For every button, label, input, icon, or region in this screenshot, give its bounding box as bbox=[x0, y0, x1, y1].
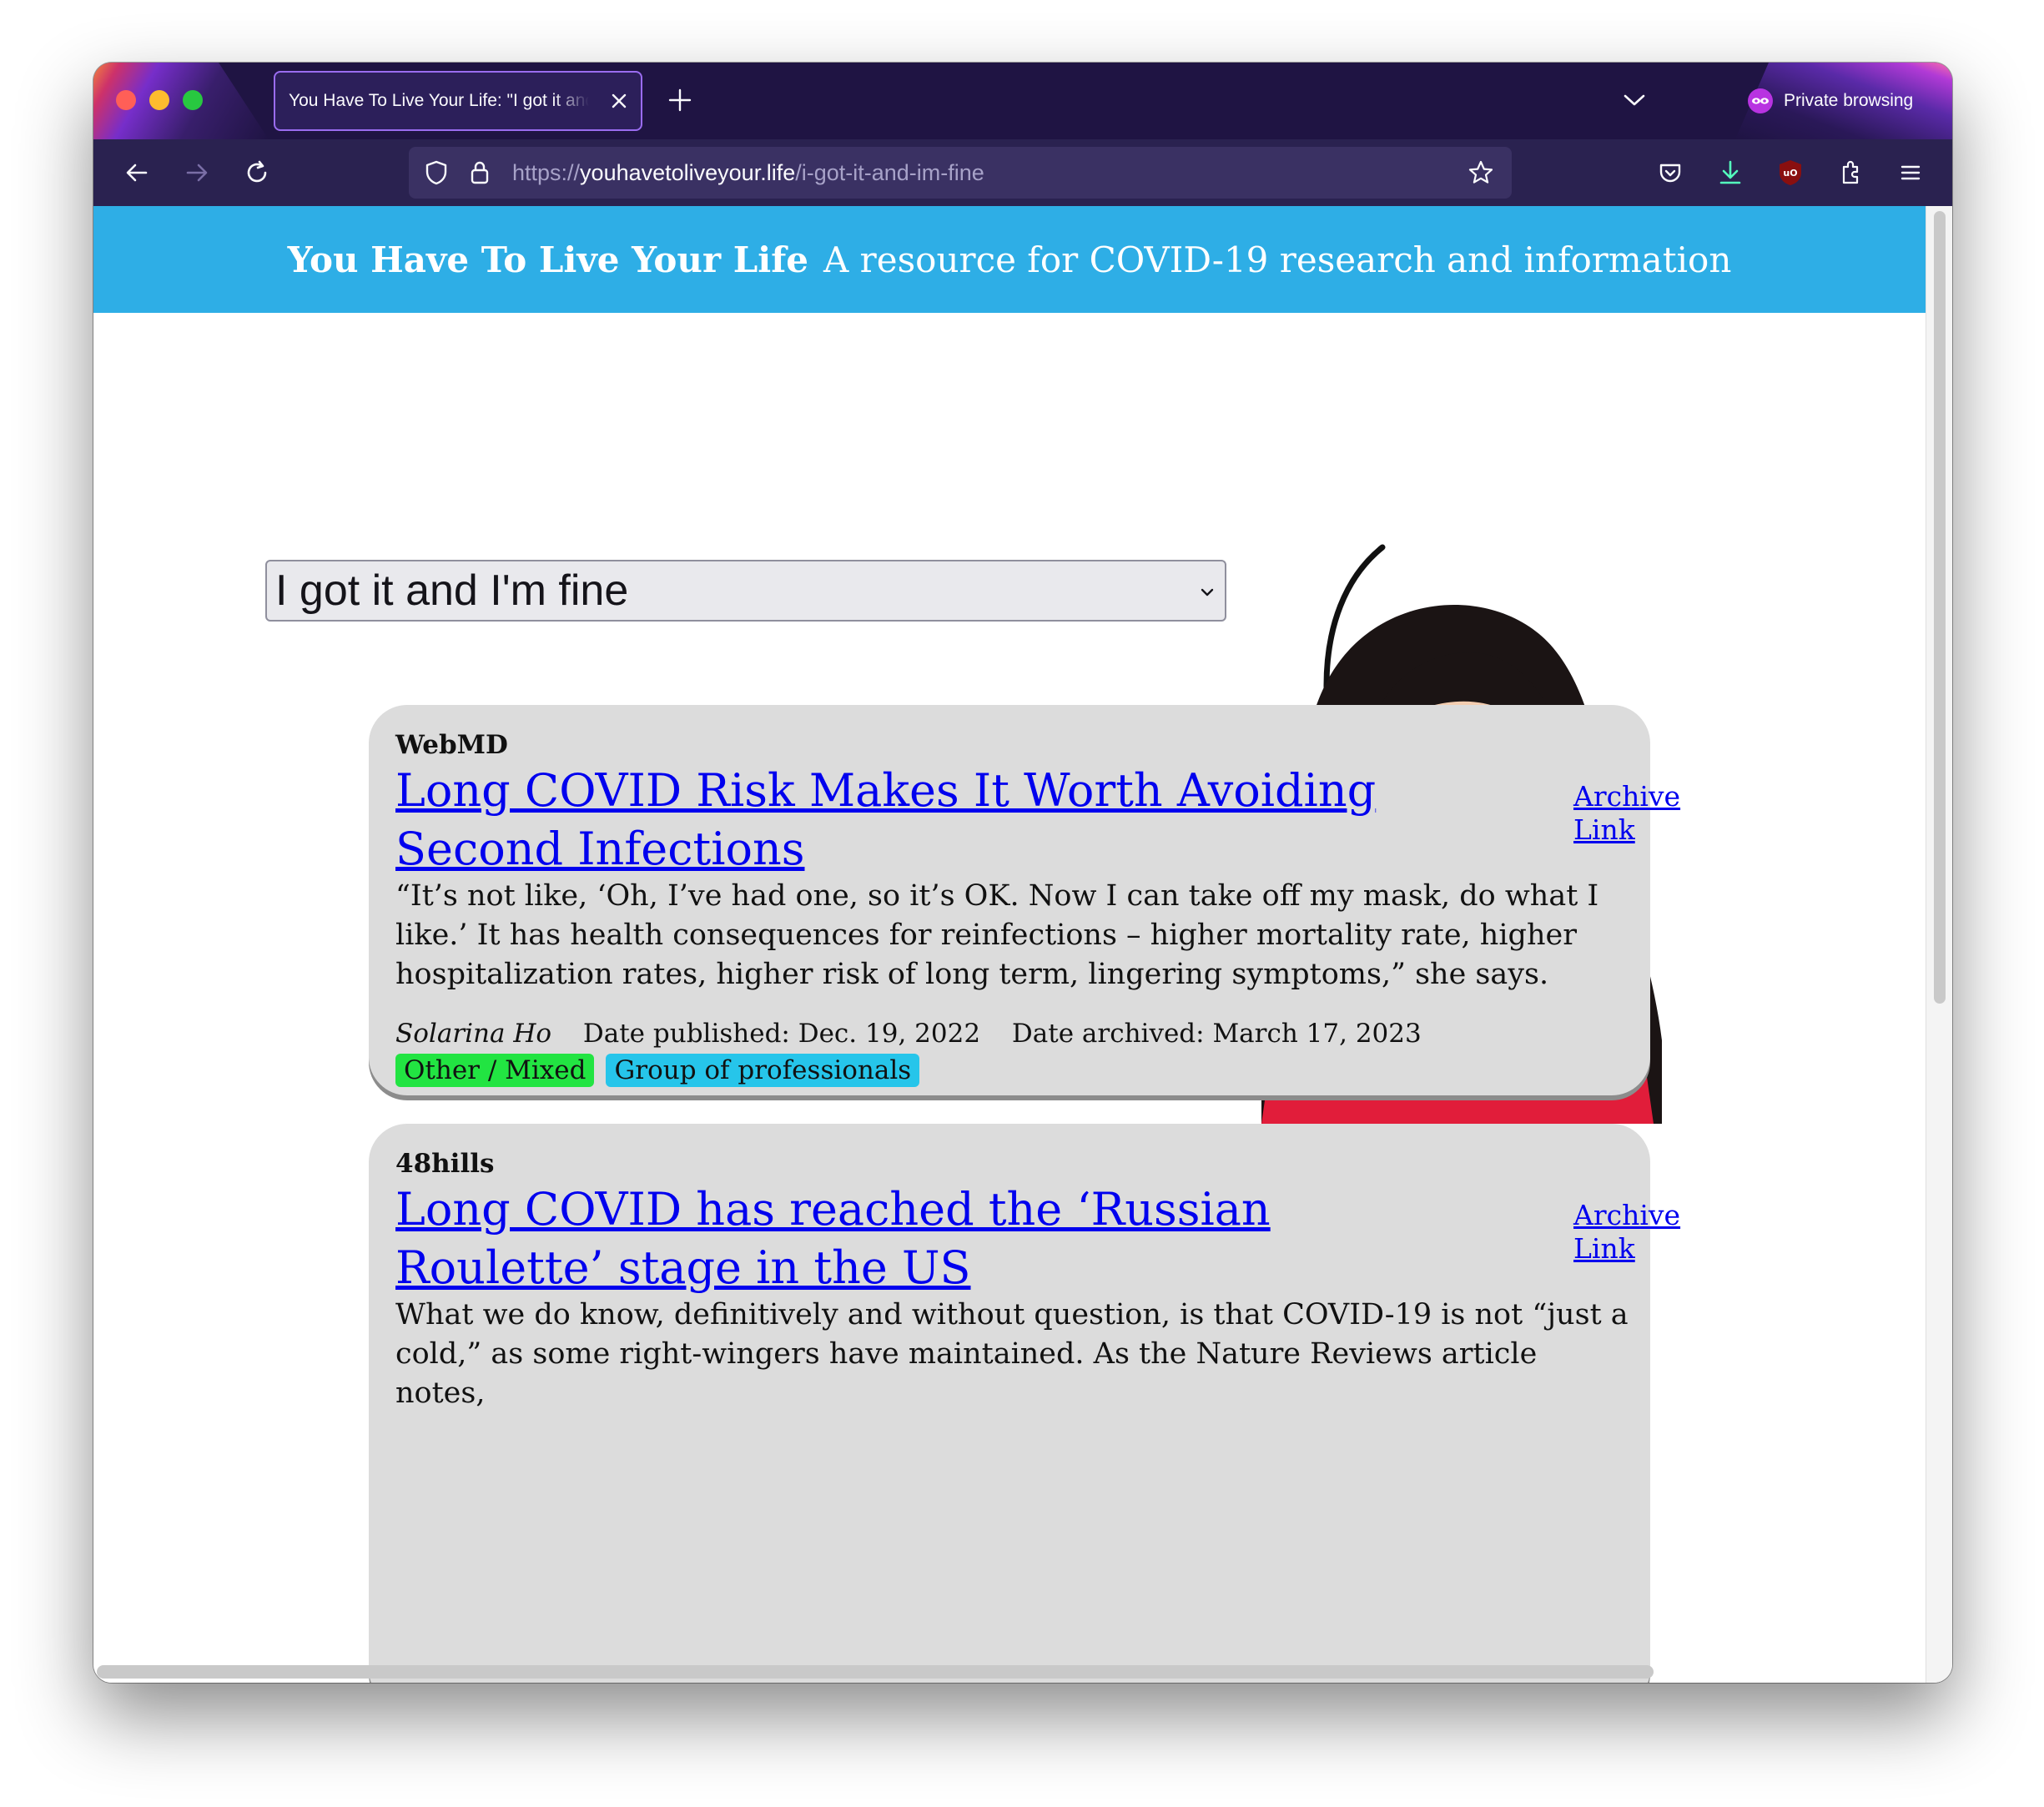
pocket-icon bbox=[1659, 164, 1681, 183]
article-quote: What we do know, definitively and withou… bbox=[395, 1298, 1629, 1410]
lock-icon[interactable] bbox=[467, 159, 492, 187]
browser-window: You Have To Live Your Life: "I got it an… bbox=[93, 63, 1952, 1683]
article-date-archived: Date archived: March 17, 2023 bbox=[1011, 1019, 1422, 1049]
menu-icon bbox=[1901, 165, 1921, 180]
downloads-button[interactable] bbox=[1712, 154, 1749, 191]
page-content: You Have To Live Your Life A resource fo… bbox=[93, 206, 1952, 1683]
article-source: 48hills bbox=[395, 1149, 495, 1179]
window-zoom-button[interactable] bbox=[183, 90, 203, 110]
ublock-icon: uO bbox=[1780, 160, 1801, 185]
article-author: Solarina Ho bbox=[395, 1019, 552, 1049]
url-text[interactable]: https://youhavetoliveyour.life/i-got-it-… bbox=[512, 160, 984, 186]
archive-link[interactable]: Archive Link bbox=[1573, 780, 1682, 847]
tab-active[interactable]: You Have To Live Your Life: "I got it an… bbox=[274, 71, 642, 131]
window-minimize-button[interactable] bbox=[149, 90, 169, 110]
private-browsing-indicator: Private browsing bbox=[1747, 83, 1913, 119]
article-card: 48hills Long COVID has reached the ‘Russ… bbox=[369, 1124, 1680, 1683]
ublock-button[interactable]: uO bbox=[1772, 154, 1809, 191]
article-card: WebMD Long COVID Risk Makes It Worth Avo… bbox=[369, 705, 1680, 1095]
forward-button[interactable] bbox=[179, 154, 215, 191]
article-source: WebMD bbox=[395, 730, 508, 760]
site-tagline: A resource for COVID-19 research and inf… bbox=[823, 239, 1732, 280]
chevron-down-icon[interactable] bbox=[1620, 88, 1649, 113]
article-title-link[interactable]: Long COVID has reached the ‘Russian Roul… bbox=[395, 1180, 1438, 1297]
article-title-link[interactable]: Long COVID Risk Makes It Worth Avoiding … bbox=[395, 762, 1463, 878]
extensions-icon bbox=[1842, 160, 1859, 184]
topic-select-value: I got it and I'm fine bbox=[275, 566, 629, 615]
article-date-published: Date published: Dec. 19, 2022 bbox=[582, 1019, 981, 1049]
archive-link[interactable]: Archive Link bbox=[1573, 1199, 1682, 1266]
extensions-button[interactable] bbox=[1832, 154, 1869, 191]
shield-icon[interactable] bbox=[422, 159, 451, 187]
tag-badge[interactable]: Group of professionals bbox=[606, 1054, 920, 1087]
tab-title: You Have To Live Your Life: "I got it an… bbox=[289, 91, 589, 110]
url-scheme: https:// bbox=[512, 160, 581, 185]
horizontal-scrollbar-thumb[interactable] bbox=[97, 1665, 1654, 1679]
private-mask-icon bbox=[1748, 88, 1773, 113]
site-brand[interactable]: You Have To Live Your Life bbox=[288, 239, 808, 280]
article-tags: Other / Mixed Group of professionals bbox=[395, 1054, 920, 1087]
reload-button[interactable] bbox=[239, 154, 275, 191]
plus-icon[interactable] bbox=[666, 86, 694, 114]
private-label: Private browsing bbox=[1784, 91, 1914, 110]
reload-icon bbox=[247, 160, 267, 183]
tag-badge[interactable]: Other / Mixed bbox=[395, 1054, 595, 1087]
download-icon bbox=[1719, 160, 1741, 184]
vertical-scrollbar-thumb[interactable] bbox=[1934, 211, 1946, 1004]
star-icon[interactable] bbox=[1467, 159, 1495, 187]
back-button[interactable] bbox=[118, 154, 155, 191]
article-quote: “It’s not like, ‘Oh, I’ve had one, so it… bbox=[395, 879, 1599, 991]
site-header: You Have To Live Your Life A resource fo… bbox=[93, 206, 1926, 313]
nav-toolbar: https://youhavetoliveyour.life/i-got-it-… bbox=[93, 139, 1952, 206]
svg-text:uO: uO bbox=[1783, 168, 1797, 179]
forward-arrow-icon bbox=[186, 164, 208, 182]
app-menu-button[interactable] bbox=[1892, 154, 1929, 191]
url-host: youhavetoliveyour.life bbox=[580, 160, 796, 185]
url-path: /i-got-it-and-im-fine bbox=[795, 160, 984, 185]
pocket-button[interactable] bbox=[1652, 154, 1689, 191]
close-icon[interactable] bbox=[607, 89, 631, 113]
url-bar[interactable]: https://youhavetoliveyour.life/i-got-it-… bbox=[409, 147, 1512, 199]
article-meta: Solarina Ho Date published: Dec. 19, 202… bbox=[395, 1019, 1422, 1049]
window-close-button[interactable] bbox=[116, 90, 136, 110]
back-arrow-icon bbox=[126, 164, 148, 182]
tab-bar: You Have To Live Your Life: "I got it an… bbox=[93, 63, 1952, 139]
